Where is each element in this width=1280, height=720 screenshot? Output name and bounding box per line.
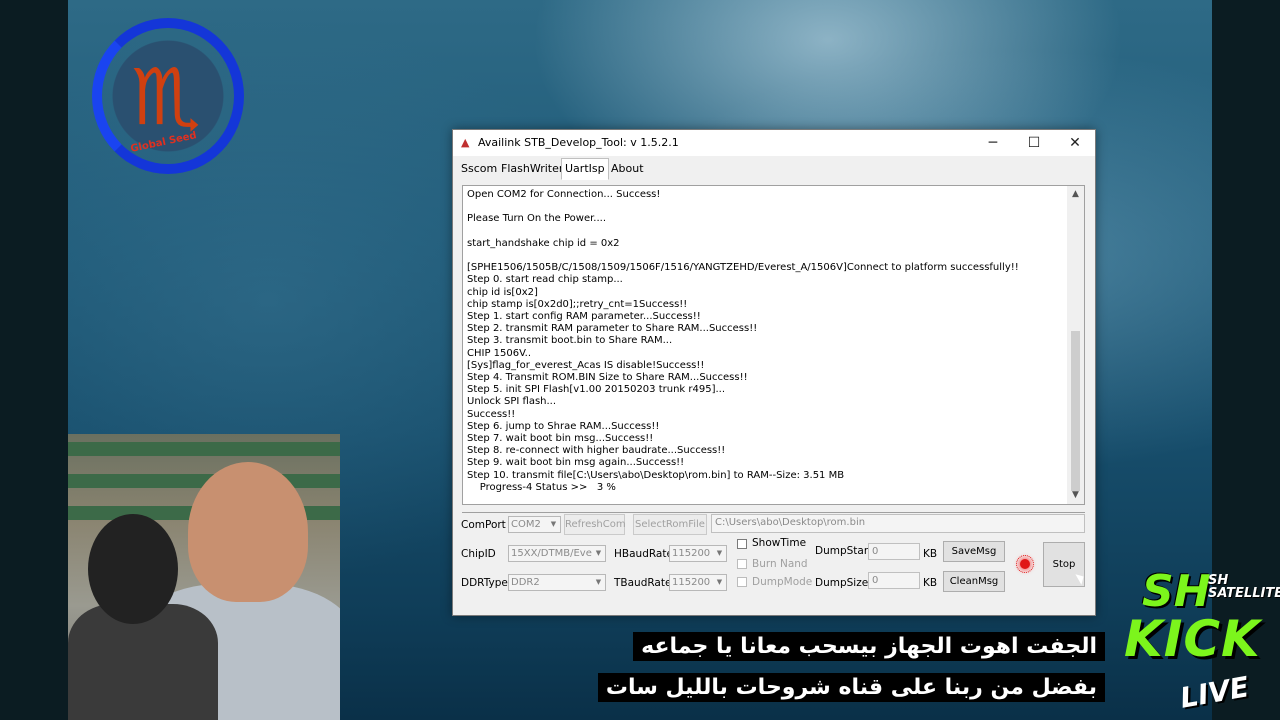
showtime-checkbox[interactable] <box>737 539 747 549</box>
log-output[interactable]: Open COM2 for Connection... Success! Ple… <box>462 185 1085 505</box>
letterbox-left <box>0 0 68 720</box>
scroll-up-icon[interactable]: ▲ <box>1067 186 1084 203</box>
tab-uartisp[interactable]: UartIsp <box>561 158 609 180</box>
app-window: ▲ Availink STB_Develop_Tool: v 1.5.2.1 ─… <box>452 129 1096 616</box>
webcam-overlay <box>68 434 340 720</box>
ddrtype-value: DDR2 <box>511 577 540 588</box>
dumpstart-label: DumpStart <box>815 545 873 557</box>
status-led <box>1020 559 1030 569</box>
log-scrollbar[interactable]: ▲ ▼ <box>1067 186 1084 504</box>
maximize-button[interactable]: ☐ <box>1014 133 1054 153</box>
comport-value: COM2 <box>511 519 541 530</box>
chevron-down-icon: ▼ <box>547 517 560 532</box>
hbaudrate-select[interactable]: 115200 ▼ <box>669 545 727 562</box>
chevron-down-icon: ▼ <box>592 575 605 590</box>
brand-satellite: SH SATELLITE <box>1208 574 1280 600</box>
scorpion-icon: ♏ <box>131 53 201 143</box>
kick-live-badge: SH SH SATELLITE KICK LIVE <box>1110 548 1280 720</box>
ddrtype-label: DDRType <box>461 577 508 589</box>
window-title: Availink STB_Develop_Tool: v 1.5.2.1 <box>478 136 679 149</box>
tab-flashwriter[interactable]: FlashWriter <box>497 158 567 180</box>
chipid-label: ChipID <box>461 548 496 560</box>
save-msg-button[interactable]: SaveMsg <box>943 541 1005 562</box>
scroll-thumb[interactable] <box>1071 331 1080 491</box>
divider <box>462 512 1085 513</box>
dumpstart-unit: KB <box>923 548 938 560</box>
clean-msg-button[interactable]: CleanMsg <box>943 571 1005 592</box>
log-text: Open COM2 for Connection... Success! Ple… <box>467 189 1019 493</box>
comport-label: ComPort <box>461 519 506 531</box>
subtitle-line-2: بفضل من ربنا على قناه شروحات بالليل سات <box>597 673 1105 702</box>
dumpsize-label: DumpSize <box>815 577 869 589</box>
comport-select[interactable]: COM2 ▼ <box>508 516 561 533</box>
hbaudrate-label: HBaudRate <box>614 548 673 560</box>
minimize-button[interactable]: ─ <box>973 133 1013 153</box>
title-bar[interactable]: ▲ Availink STB_Develop_Tool: v 1.5.2.1 ─… <box>453 130 1095 156</box>
select-rom-file-button[interactable]: SelectRomFile <box>633 514 707 535</box>
rom-path-field[interactable]: C:\Users\abo\Desktop\rom.bin <box>711 514 1085 533</box>
dumpmode-label: DumpMode <box>752 576 813 588</box>
chevron-down-icon: ▼ <box>713 546 726 561</box>
chevron-down-icon: ▼ <box>713 575 726 590</box>
tab-sscom[interactable]: Sscom <box>457 158 501 180</box>
tbaudrate-value: 115200 <box>672 577 711 588</box>
subtitle-line-1: الجفت اهوت الجهاز بيسحب معانا يا جماعه <box>633 632 1105 661</box>
person-face <box>188 462 308 602</box>
person-head <box>88 514 178 624</box>
tab-about[interactable]: About <box>607 158 648 180</box>
chevron-down-icon: ▼ <box>592 546 605 561</box>
burn-nand-label: Burn Nand <box>752 558 808 570</box>
tbaudrate-select[interactable]: 115200 ▼ <box>669 574 727 591</box>
channel-logo: ♏ Global Seed <box>92 18 244 174</box>
tbaudrate-label: TBaudRate <box>614 577 672 589</box>
shelf <box>68 442 340 456</box>
dumpsize-unit: KB <box>923 577 938 589</box>
showtime-label: ShowTime <box>752 537 807 549</box>
hbaudrate-value: 115200 <box>672 548 711 559</box>
burn-nand-checkbox[interactable] <box>737 559 747 569</box>
chipid-value: 15XX/DTMB/Eve <box>511 548 592 559</box>
app-icon: ▲ <box>461 136 470 149</box>
dumpmode-checkbox[interactable] <box>737 577 747 587</box>
dumpsize-field[interactable]: 0 <box>868 572 920 589</box>
brand-satellite-word: SATELLITE <box>1208 586 1280 601</box>
ddrtype-select[interactable]: DDR2 ▼ <box>508 574 606 591</box>
dumpstart-field[interactable]: 0 <box>868 543 920 560</box>
chipid-select[interactable]: 15XX/DTMB/Eve ▼ <box>508 545 606 562</box>
brand-live: LIVE <box>1177 670 1252 715</box>
brand-kick: KICK <box>1124 610 1261 668</box>
refresh-com-button[interactable]: RefreshCom <box>564 514 626 535</box>
scroll-down-icon[interactable]: ▼ <box>1067 487 1084 504</box>
close-button[interactable]: ✕ <box>1055 133 1095 153</box>
